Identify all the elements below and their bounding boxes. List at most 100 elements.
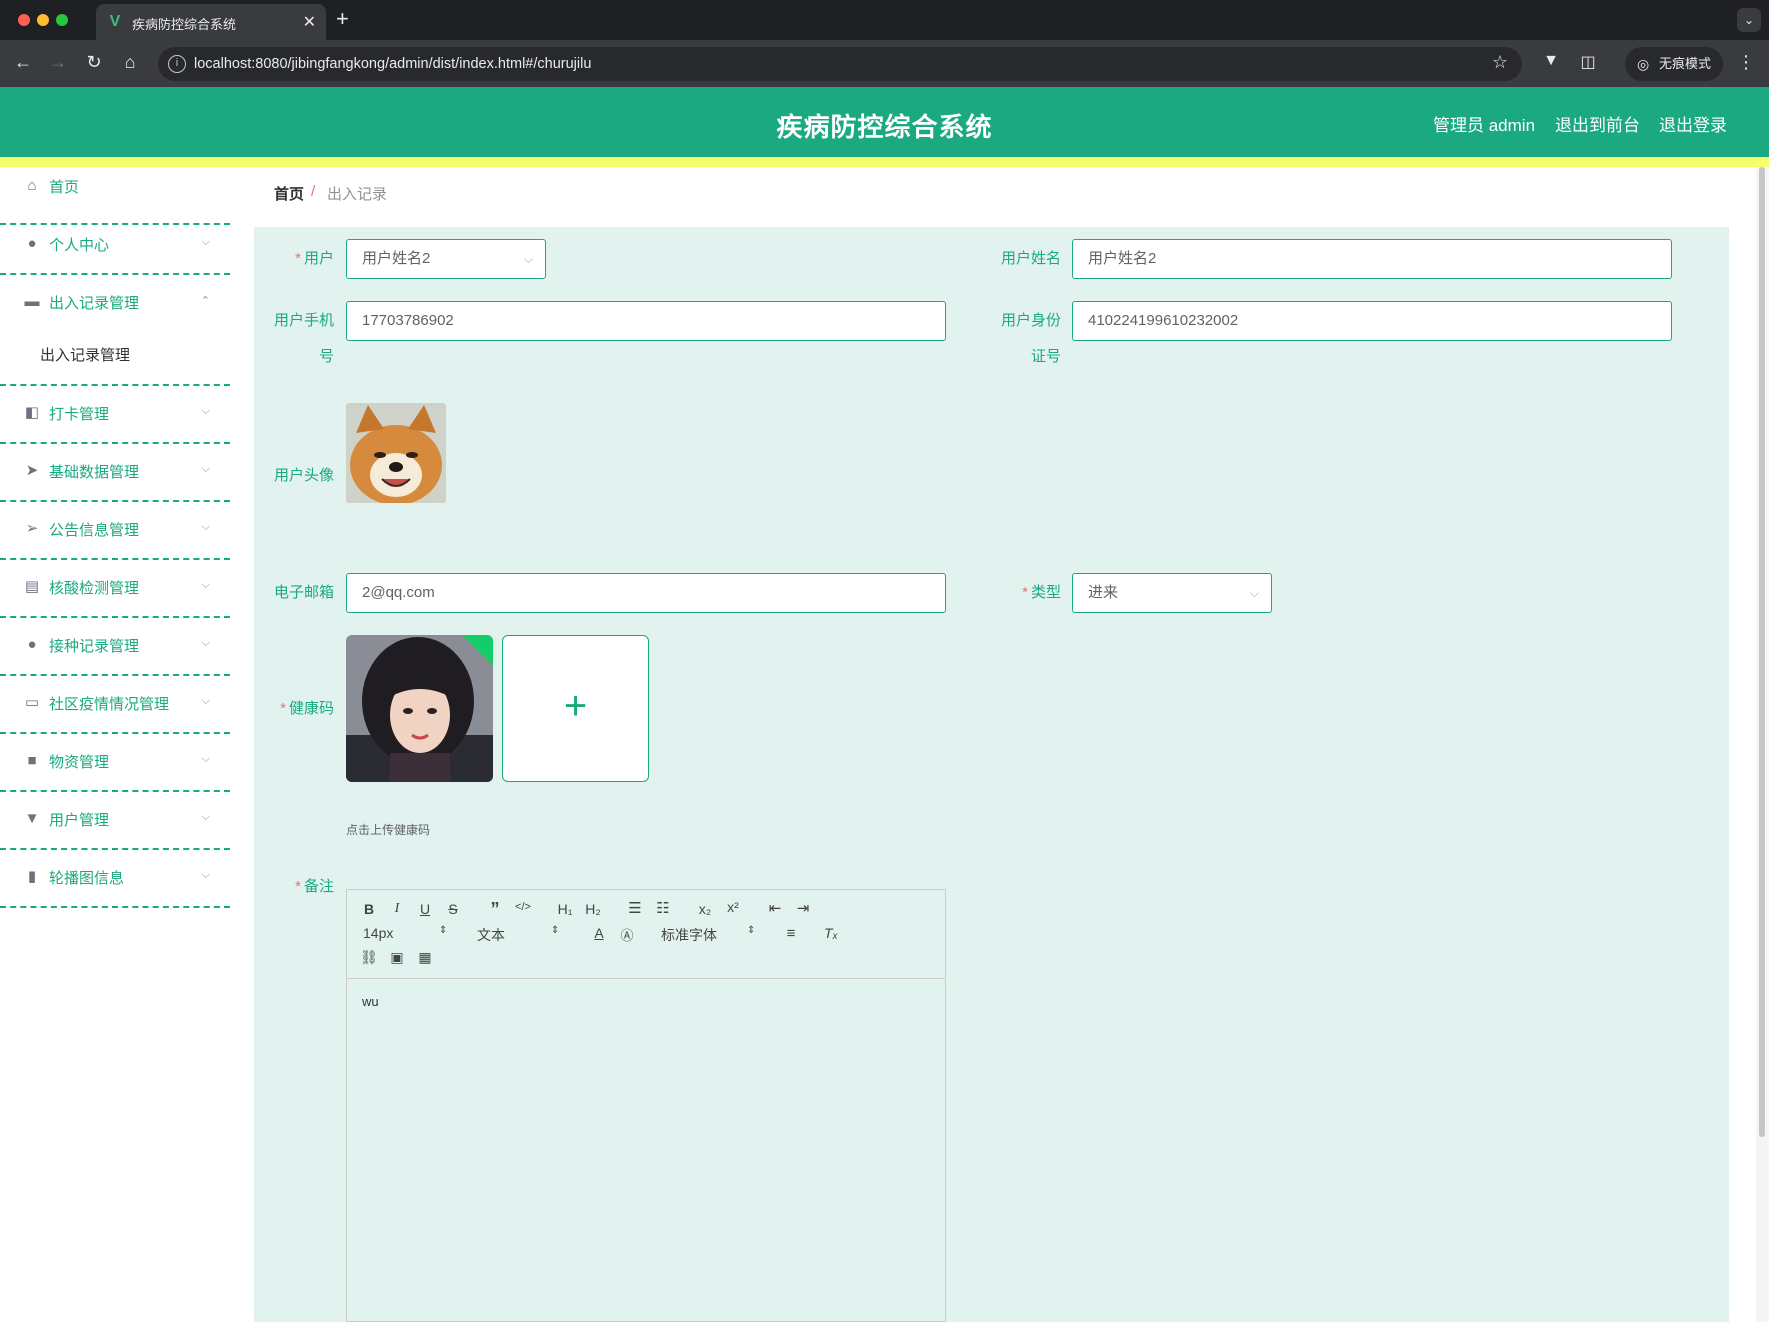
link-icon[interactable]: ⛓ [359,949,379,966]
current-user: 管理员 admin [1433,116,1536,135]
underline-icon[interactable]: U [415,901,435,917]
sidebar-item-notice[interactable]: ➢ 公告信息管理 ⌵ [0,502,230,560]
message-icon: ■ [27,752,37,769]
image-icon[interactable]: ▣ [387,949,407,966]
idcard-field[interactable]: 410224199610232002 [1072,301,1672,341]
breadcrumb: 首页 / 出入记录 [254,167,1729,215]
sidebar-item-carousel[interactable]: ▮ 轮播图信息 ⌵ [0,850,230,908]
sidebar-item-records[interactable]: ▬ 出入记录管理 ⌃ 出入记录管理 [0,275,230,386]
font-family-select[interactable]: 标准字体 ⇕ [661,925,755,945]
vue-logo-icon: V [109,13,121,30]
background-color-icon[interactable]: Ⓐ [617,925,637,944]
back-to-front-link[interactable]: 退出到前台 [1555,111,1640,136]
breadcrumb-separator: / [311,183,316,200]
chevron-down-icon: ⌵ [201,405,210,417]
reload-icon[interactable]: ↻ [83,52,105,73]
outdent-icon[interactable]: ⇤ [765,899,785,917]
rich-text-editor[interactable]: B I U S ” </> H₁ H₂ ☰ ☷ x₂ x² ⇤ ⇥ 14px ⇕ … [346,889,946,1322]
incognito-label: 无痕模式 [1659,56,1712,71]
tab-search-icon[interactable]: ⌄ [1737,8,1761,32]
user-select-value: 用户姓名2 [362,250,431,267]
chevron-down-icon: ⌵ [201,521,210,533]
video-icon[interactable]: ▦ [415,949,435,966]
editor-content[interactable]: wu [362,994,379,1009]
briefcase-icon: ▤ [24,578,40,595]
browser-tab[interactable]: V 疾病防控综合系统 ✕ [96,4,326,40]
browser-menu-icon[interactable]: ⋮ [1735,52,1757,73]
bold-icon[interactable]: B [359,901,379,917]
sidebar-item-checkin[interactable]: ◧ 打卡管理 ⌵ [0,386,230,444]
scrollbar-thumb[interactable] [1759,167,1765,1137]
sidebar-item-users[interactable]: ▼ 用户管理 ⌵ [0,792,230,850]
bookmark-star-icon[interactable]: ☆ [1492,52,1508,73]
logout-link[interactable]: 退出登录 [1659,111,1727,136]
sidebar-item-vaccination[interactable]: ● 接种记录管理 ⌵ [0,618,230,676]
phone-field[interactable]: 17703786902 [346,301,946,341]
code-block-icon[interactable]: </> [513,901,533,913]
upload-hint: 点击上传健康码 [346,823,431,837]
site-info-icon[interactable]: i [168,55,186,73]
sidebar-item-basic-data[interactable]: ➤ 基础数据管理 ⌵ [0,444,230,502]
extensions-puzzle-icon[interactable]: ◫ [1577,52,1599,72]
breadcrumb-home[interactable]: 首页 [274,183,304,204]
font-color-icon[interactable]: A [589,925,609,941]
chevron-down-icon: ⌵ [201,463,210,475]
upload-add-button[interactable]: + [502,635,649,782]
sidebar-item-label: 公告信息管理 [49,522,140,539]
font-size-select[interactable]: 14px ⇕ [363,925,447,941]
ordered-list-icon[interactable]: ☰ [625,899,645,917]
username-field[interactable]: 用户姓名2 [1072,239,1672,279]
type-select[interactable]: 进来 ⌵ [1072,573,1272,613]
incognito-badge[interactable]: ◎ 无痕模式 [1625,47,1723,81]
maximize-window-button[interactable] [56,14,68,26]
chevron-down-icon: ⌵ [201,869,210,881]
chevron-down-icon: ⌵ [201,811,210,823]
indent-icon[interactable]: ⇥ [793,899,813,917]
sidebar-item-supplies[interactable]: ■ 物资管理 ⌵ [0,734,230,792]
page-scrollbar[interactable] [1756,167,1769,1322]
align-icon[interactable]: ≡ [781,925,801,942]
type-select-value: 进来 [1088,584,1119,601]
italic-icon[interactable]: I [387,901,407,917]
extension-v-icon[interactable]: ▼ [1540,52,1562,70]
breadcrumb-current: 出入记录 [327,186,388,203]
subscript-icon[interactable]: x₂ [695,901,715,917]
user-select[interactable]: 用户姓名2 ⌵ [346,239,546,279]
forward-icon[interactable]: → [47,52,69,73]
chart-icon: ▮ [27,868,37,885]
header-select[interactable]: 文本 ⇕ [477,925,559,945]
new-tab-icon[interactable]: + [336,6,349,32]
plus-icon: + [563,684,588,728]
sidebar-item-label: 接种记录管理 [49,638,140,655]
close-tab-icon[interactable]: ✕ [303,12,316,32]
health-code-image[interactable]: ✓ [346,635,493,782]
strike-icon[interactable]: S [443,901,463,917]
tab-title: 疾病防控综合系统 [132,17,237,32]
clear-format-icon[interactable]: Tₓ [821,925,841,941]
email-field[interactable]: 2@qq.com [346,573,946,613]
blockquote-icon[interactable]: ” [485,899,505,920]
close-window-button[interactable] [18,14,30,26]
sidebar-item-community-epidemic[interactable]: ▭ 社区疫情情况管理 ⌵ [0,676,230,734]
select-updown-icon: ⇕ [747,925,756,936]
sidebar-item-label: 核酸检测管理 [49,580,140,597]
superscript-icon[interactable]: x² [723,899,743,915]
avatar-label: 用户头像 [273,467,334,484]
header-1-icon[interactable]: H₁ [555,901,575,917]
header-2-icon[interactable]: H₂ [583,901,603,917]
address-bar[interactable]: i localhost:8080/jibingfangkong/admin/di… [158,47,1522,81]
back-icon[interactable]: ← [12,52,34,73]
select-updown-icon: ⇕ [439,925,448,936]
chat-icon: ▭ [24,694,40,711]
sidebar-item-profile[interactable]: ● 个人中心 ⌵ [0,217,230,275]
bullet-list-icon[interactable]: ☷ [653,899,673,917]
checkin-icon: ◧ [24,404,40,421]
header-accent-stripe [0,157,1769,167]
chevron-down-icon: ⌵ [201,753,210,765]
chevron-down-icon: ⌵ [201,695,210,707]
home-page-icon[interactable]: ⌂ [119,52,141,73]
sidebar-item-label: 个人中心 [49,237,110,254]
minimize-window-button[interactable] [37,14,49,26]
submenu-item-records[interactable]: 出入记录管理 [40,344,130,365]
sidebar-item-nucleic-test[interactable]: ▤ 核酸检测管理 ⌵ [0,560,230,618]
